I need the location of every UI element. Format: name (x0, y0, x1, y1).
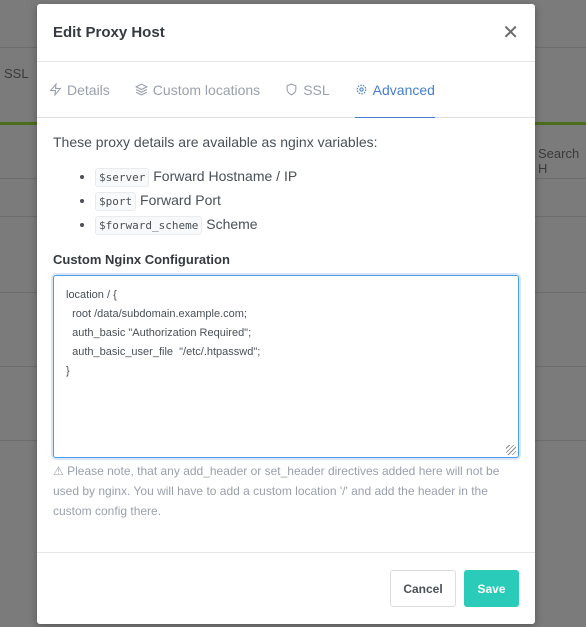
cancel-button[interactable]: Cancel (390, 570, 456, 607)
gear-icon (356, 84, 367, 95)
tab-advanced[interactable]: Advanced (354, 62, 435, 118)
variable-desc: Forward Hostname / IP (153, 168, 298, 184)
modal-header: Edit Proxy Host ✕ (37, 4, 535, 62)
tab-label: Details (67, 81, 110, 98)
tab-label: SSL (303, 81, 330, 98)
variable-code: $forward_scheme (95, 216, 203, 235)
zap-icon (49, 83, 62, 96)
config-label: Custom Nginx Configuration (53, 252, 230, 267)
variable-code: $server (95, 168, 150, 187)
tab-bar: Details Custom locations SSL Advanced (37, 62, 535, 118)
variables-list: $server Forward Hostname / IP $port Forw… (95, 166, 519, 236)
config-text: location / { root /data/subdomain.exampl… (66, 289, 261, 377)
modal-body: These proxy details are available as ngi… (37, 118, 535, 521)
layers-icon (134, 83, 148, 96)
variable-desc: Forward Port (140, 192, 221, 208)
bg-search: Search H (538, 146, 580, 176)
list-item: $port Forward Port (95, 190, 519, 212)
note-text: Please note, that any add_header or set_… (53, 464, 500, 518)
bg-ssl-tab: SSL (4, 66, 29, 81)
resize-handle[interactable] (506, 445, 516, 455)
custom-nginx-config-textarea[interactable]: location / { root /data/subdomain.exampl… (53, 275, 519, 458)
save-button[interactable]: Save (464, 570, 519, 607)
tab-details[interactable]: Details (49, 62, 110, 118)
modal-footer: Cancel Save (37, 552, 535, 624)
list-item: $forward_scheme Scheme (95, 214, 519, 236)
close-icon[interactable]: ✕ (502, 20, 519, 45)
edit-proxy-host-modal: Edit Proxy Host ✕ Details Custom locatio… (37, 4, 535, 624)
warning-note: ⚠ Please note, that any add_header or se… (53, 461, 519, 521)
intro-text: These proxy details are available as ngi… (53, 134, 378, 150)
variable-code: $port (95, 192, 137, 211)
tab-ssl[interactable]: SSL (285, 62, 330, 118)
modal-title: Edit Proxy Host (53, 24, 165, 41)
shield-icon (286, 83, 297, 96)
tab-label: Custom locations (152, 81, 261, 98)
variable-desc: Scheme (206, 216, 258, 232)
tab-label: Advanced (372, 81, 435, 98)
tab-custom-locations[interactable]: Custom locations (134, 62, 261, 118)
list-item: $server Forward Hostname / IP (95, 166, 519, 188)
warning-icon: ⚠ (53, 464, 64, 478)
